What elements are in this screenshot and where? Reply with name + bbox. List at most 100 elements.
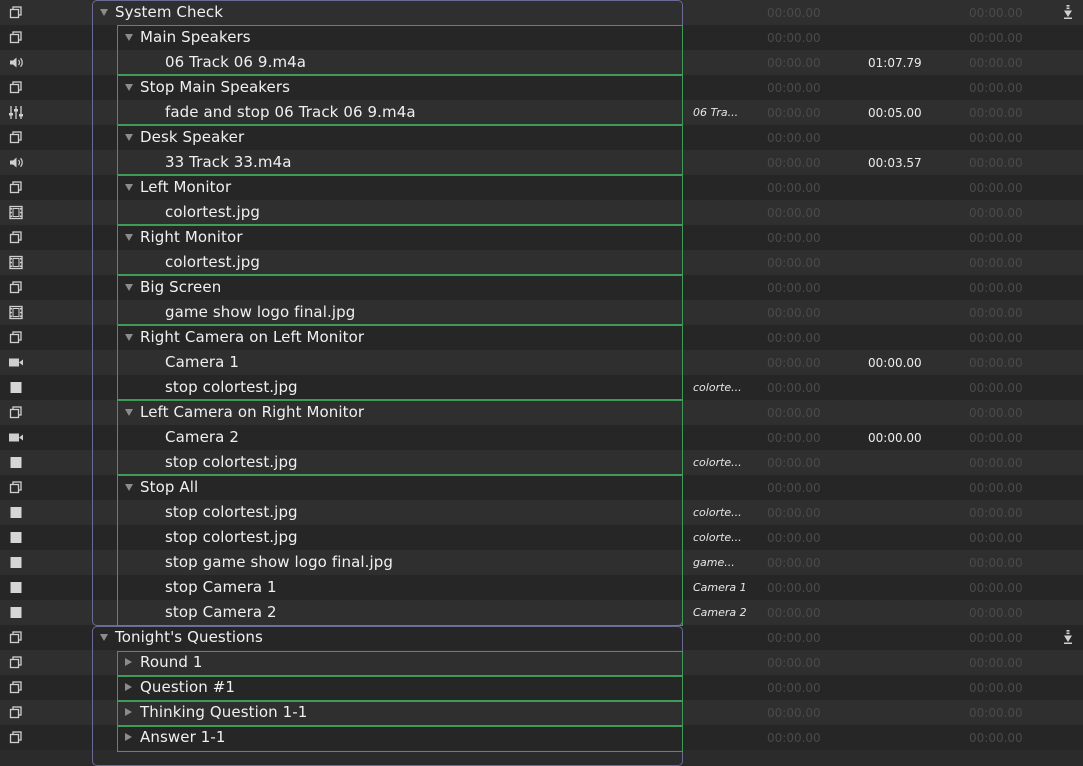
post-wait-time: 00:00.00 xyxy=(969,456,1023,470)
cue-name: Main Speakers xyxy=(140,28,251,46)
disclosure-open-icon[interactable] xyxy=(125,409,133,416)
cue-row[interactable]: game show logo final.jpg 00:00.00 00:00.00 xyxy=(0,300,1083,325)
pre-wait-time: 00:00.00 xyxy=(767,281,821,295)
cue-row[interactable]: fade and stop 06 Track 06 9.m4a 06 Tra...… xyxy=(0,100,1083,125)
film-icon xyxy=(8,255,24,270)
cue-row[interactable]: stop colortest.jpg colorte... 00:00.00 00:0… xyxy=(0,450,1083,475)
cue-row[interactable]: Question #1 00:00.00 00:00.00 xyxy=(0,675,1083,700)
pre-wait-time: 00:00.00 xyxy=(767,81,821,95)
disclosure-open-icon[interactable] xyxy=(125,184,133,191)
post-wait-time: 00:00.00 xyxy=(969,281,1023,295)
pre-wait-time: 00:00.00 xyxy=(767,706,821,720)
cue-row[interactable]: Main Speakers 00:00.00 00:00.00 xyxy=(0,25,1083,50)
auto-continue-icon[interactable] xyxy=(1063,629,1073,648)
group-icon xyxy=(8,630,24,645)
cue-row[interactable]: Left Monitor 00:00.00 00:00.00 xyxy=(0,175,1083,200)
disclosure-closed-icon[interactable] xyxy=(125,708,132,716)
action-time: 00:03.57 xyxy=(868,156,922,170)
stop-icon xyxy=(8,380,24,395)
disclosure-open-icon[interactable] xyxy=(125,234,133,241)
disclosure-open-icon[interactable] xyxy=(125,284,133,291)
post-wait-time: 00:00.00 xyxy=(969,6,1023,20)
pre-wait-time: 00:00.00 xyxy=(767,331,821,345)
post-wait-time: 00:00.00 xyxy=(969,731,1023,745)
cue-name: Camera 1 xyxy=(165,353,239,371)
pre-wait-time: 00:00.00 xyxy=(767,231,821,245)
disclosure-open-icon[interactable] xyxy=(125,134,133,141)
cue-row[interactable]: stop colortest.jpg colorte... 00:00.00 00:0… xyxy=(0,525,1083,550)
post-wait-time: 00:00.00 xyxy=(969,156,1023,170)
cue-row[interactable]: stop game show logo final.jpg game... 00:0… xyxy=(0,550,1083,575)
cue-row[interactable]: stop colortest.jpg colorte... 00:00.00 00:0… xyxy=(0,500,1083,525)
auto-continue-icon[interactable] xyxy=(1063,4,1073,23)
cue-name: Right Camera on Left Monitor xyxy=(140,328,365,346)
camera-icon xyxy=(8,430,24,445)
disclosure-open-icon[interactable] xyxy=(125,84,133,91)
group-icon xyxy=(8,230,24,245)
pre-wait-time: 00:00.00 xyxy=(767,556,821,570)
cue-row[interactable]: Round 1 00:00.00 00:00.00 xyxy=(0,650,1083,675)
cue-row[interactable]: Right Monitor 00:00.00 00:00.00 xyxy=(0,225,1083,250)
post-wait-time: 00:00.00 xyxy=(969,131,1023,145)
post-wait-time: 00:00.00 xyxy=(969,256,1023,270)
action-time: 01:07.79 xyxy=(868,56,922,70)
cue-row[interactable]: 33 Track 33.m4a 00:00.00 00:03.57 00:00.00 xyxy=(0,150,1083,175)
post-wait-time: 00:00.00 xyxy=(969,706,1023,720)
cue-target: colorte... xyxy=(693,531,742,544)
cue-row[interactable]: Big Screen 00:00.00 00:00.00 xyxy=(0,275,1083,300)
cue-row[interactable]: 06 Track 06 9.m4a 00:00.00 01:07.79 00:00.0… xyxy=(0,50,1083,75)
cue-row[interactable]: Left Camera on Right Monitor 00:00.00 00:0… xyxy=(0,400,1083,425)
post-wait-time: 00:00.00 xyxy=(969,381,1023,395)
post-wait-time: 00:00.00 xyxy=(969,531,1023,545)
disclosure-closed-icon[interactable] xyxy=(125,658,132,666)
cue-row[interactable]: Thinking Question 1-1 00:00.00 00:00.00 xyxy=(0,700,1083,725)
cue-row[interactable]: Camera 1 00:00.00 00:00.00 00:00.00 xyxy=(0,350,1083,375)
cue-row[interactable]: Desk Speaker 00:00.00 00:00.00 xyxy=(0,125,1083,150)
cue-name: Tonight's Questions xyxy=(115,628,263,646)
post-wait-time: 00:00.00 xyxy=(969,331,1023,345)
disclosure-open-icon[interactable] xyxy=(125,34,133,41)
fade-icon xyxy=(8,105,24,120)
film-icon xyxy=(8,205,24,220)
group-icon xyxy=(8,480,24,495)
cue-row[interactable]: System Check 00:00.00 00:00.00 xyxy=(0,0,1083,25)
speaker-icon xyxy=(8,55,24,70)
cue-row[interactable]: Answer 1-1 00:00.00 00:00.00 xyxy=(0,725,1083,750)
disclosure-open-icon[interactable] xyxy=(100,634,108,641)
cue-row[interactable]: stop Camera 1 Camera 1 00:00.00 00:00.00 xyxy=(0,575,1083,600)
disclosure-open-icon[interactable] xyxy=(125,484,133,491)
cue-row[interactable]: stop Camera 2 Camera 2 00:00.00 00:00.00 xyxy=(0,600,1083,625)
cue-name: colortest.jpg xyxy=(165,203,261,221)
disclosure-closed-icon[interactable] xyxy=(125,733,132,741)
cue-row[interactable]: stop colortest.jpg colorte... 00:00.00 00:0… xyxy=(0,375,1083,400)
cue-name: stop Camera 2 xyxy=(165,603,277,621)
cue-name: Camera 2 xyxy=(165,428,239,446)
cue-row[interactable]: Tonight's Questions 00:00.00 00:00.00 xyxy=(0,625,1083,650)
cue-row[interactable]: Stop Main Speakers 00:00.00 00:00.00 xyxy=(0,75,1083,100)
disclosure-open-icon[interactable] xyxy=(100,9,108,16)
stop-icon xyxy=(8,455,24,470)
post-wait-time: 00:00.00 xyxy=(969,556,1023,570)
disclosure-closed-icon[interactable] xyxy=(125,683,132,691)
pre-wait-time: 00:00.00 xyxy=(767,156,821,170)
cue-row[interactable]: Camera 2 00:00.00 00:00.00 00:00.00 xyxy=(0,425,1083,450)
pre-wait-time: 00:00.00 xyxy=(767,381,821,395)
cue-target: game... xyxy=(693,556,735,569)
cue-row[interactable]: Stop All 00:00.00 00:00.00 xyxy=(0,475,1083,500)
cue-row[interactable]: Right Camera on Left Monitor 00:00.00 00:0… xyxy=(0,325,1083,350)
group-icon xyxy=(8,30,24,45)
cue-name: Thinking Question 1-1 xyxy=(140,703,308,721)
cue-target: Camera 2 xyxy=(693,606,747,619)
cue-name: System Check xyxy=(115,3,224,21)
pre-wait-time: 00:00.00 xyxy=(767,431,821,445)
action-time: 00:00.00 xyxy=(868,431,922,445)
post-wait-time: 00:00.00 xyxy=(969,106,1023,120)
cue-target: colorte... xyxy=(693,506,742,519)
cue-row[interactable]: colortest.jpg 00:00.00 00:00.00 xyxy=(0,250,1083,275)
post-wait-time: 00:00.00 xyxy=(969,81,1023,95)
post-wait-time: 00:00.00 xyxy=(969,231,1023,245)
disclosure-open-icon[interactable] xyxy=(125,334,133,341)
cue-row[interactable]: colortest.jpg 00:00.00 00:00.00 xyxy=(0,200,1083,225)
cue-name: stop colortest.jpg xyxy=(165,378,298,396)
post-wait-time: 00:00.00 xyxy=(969,306,1023,320)
